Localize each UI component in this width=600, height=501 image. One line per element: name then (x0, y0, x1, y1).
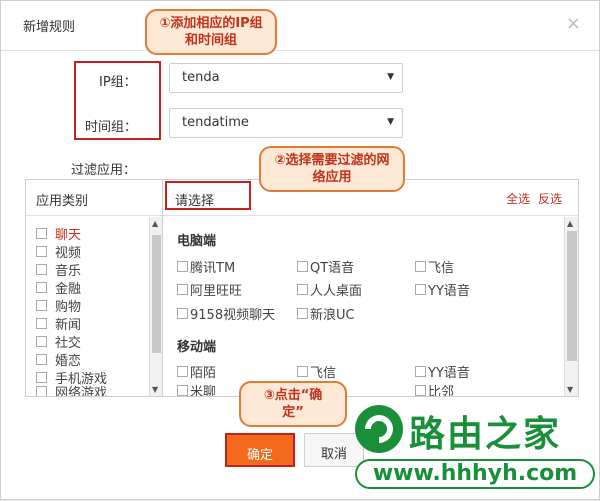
checkbox[interactable] (177, 284, 188, 295)
scroll-up-icon[interactable]: ▲ (152, 219, 158, 228)
chevron-down-icon: ▼ (387, 117, 394, 127)
app-option[interactable]: 新浪UC (297, 304, 355, 323)
watermark: 路由之家 www.hhhyh.com (351, 391, 600, 501)
apps-scrollbar[interactable]: ▲ ▼ (564, 217, 578, 396)
watermark-brand: 路由之家 (409, 414, 562, 455)
app-option[interactable]: 人人桌面 (297, 280, 362, 299)
select-all-link[interactable]: 全选 (506, 192, 530, 206)
app-option[interactable]: QT语音 (297, 257, 354, 276)
checkbox[interactable] (36, 335, 47, 347)
checkbox[interactable] (36, 263, 47, 275)
scroll-up-icon[interactable]: ▲ (567, 219, 573, 228)
ip-group-value: tenda (182, 70, 220, 85)
filter-apps-label: 过滤应用： (71, 163, 137, 178)
highlight-box-labels (74, 61, 161, 140)
time-group-value: tendatime (182, 115, 249, 130)
category-item[interactable]: 网络游戏 (36, 386, 107, 396)
app-option[interactable]: 阿里旺旺 (177, 280, 242, 299)
callout-step-2: ②选择需要过滤的网 络应用 (259, 146, 405, 192)
app-option[interactable]: 陌陌 (177, 362, 216, 381)
category-item[interactable]: 手机游戏 (36, 368, 107, 387)
checkbox[interactable] (177, 384, 188, 396)
category-item[interactable]: 新闻 (36, 314, 107, 333)
highlight-box-please-select (165, 181, 251, 210)
app-option[interactable]: YY语音 (415, 362, 470, 381)
checkbox[interactable] (36, 299, 47, 311)
scrollbar-thumb[interactable] (567, 231, 577, 361)
watermark-url: www.hhhyh.com (355, 459, 595, 489)
invert-selection-link[interactable]: 反选 (538, 192, 562, 206)
category-item[interactable]: 金融 (36, 278, 107, 297)
scrollbar-thumb[interactable] (152, 235, 161, 353)
checkbox[interactable] (36, 245, 47, 257)
checkbox[interactable] (177, 308, 188, 319)
category-panel-header: 应用类别 (26, 180, 162, 216)
app-option[interactable]: 腾讯TM (177, 257, 235, 276)
add-rule-dialog: 新增规则 × IP组： tenda ▼ 时间组： tendatime ▼ 过滤应… (0, 0, 600, 500)
close-icon[interactable]: × (566, 13, 581, 34)
checkbox[interactable] (36, 353, 47, 365)
app-option[interactable]: YY语音 (415, 280, 470, 299)
checkbox[interactable] (36, 371, 47, 383)
app-option[interactable]: 9158视频聊天 (177, 304, 275, 323)
category-item[interactable]: 视频 (36, 242, 107, 261)
ip-group-select[interactable]: tenda ▼ (169, 63, 403, 93)
router-logo-icon (355, 405, 403, 453)
app-option[interactable]: 米聊 (177, 384, 216, 396)
app-option[interactable]: 飞信 (415, 257, 454, 276)
checkbox[interactable] (297, 284, 308, 295)
category-panel: 应用类别 聊天 视频 音乐 金融 购物 新闻 社交 婚恋 手机游戏 网络游戏 ▲… (25, 179, 163, 397)
app-option[interactable]: 飞信 (297, 362, 336, 381)
checkbox[interactable] (36, 317, 47, 329)
category-item[interactable]: 音乐 (36, 260, 107, 279)
category-item[interactable]: 购物 (36, 296, 107, 315)
checkbox[interactable] (415, 261, 426, 272)
chevron-down-icon: ▼ (387, 72, 394, 82)
checkbox[interactable] (297, 308, 308, 319)
category-item[interactable]: 婚恋 (36, 350, 107, 369)
checkbox[interactable] (297, 366, 308, 377)
checkbox[interactable] (297, 261, 308, 272)
ok-button[interactable]: 确定 (225, 433, 295, 467)
checkbox[interactable] (415, 284, 426, 295)
category-item[interactable]: 聊天 (36, 224, 107, 243)
select-links: 全选 反选 (502, 190, 562, 207)
apps-panel: 请选择 全选 反选 电脑端 腾讯TM QT语音 飞信 阿里旺旺 人人桌面 YY语… (163, 179, 579, 397)
callout-step-3: ③点击“确 定” (239, 381, 347, 427)
checkbox[interactable] (36, 227, 47, 239)
checkbox[interactable] (36, 281, 47, 293)
dialog-title: 新增规则 (23, 20, 76, 35)
category-item[interactable]: 社交 (36, 332, 107, 351)
category-scrollbar[interactable]: ▲ ▼ (149, 217, 162, 396)
checkbox[interactable] (36, 386, 47, 396)
pc-section-title: 电脑端 (177, 234, 217, 249)
checkbox[interactable] (415, 366, 426, 377)
category-list: 聊天 视频 音乐 金融 购物 新闻 社交 婚恋 手机游戏 网络游戏 (36, 224, 107, 396)
time-group-select[interactable]: tendatime ▼ (169, 108, 403, 138)
callout-step-1: ①添加相应的IP组 和时间组 (145, 9, 277, 55)
checkbox[interactable] (177, 261, 188, 272)
checkbox[interactable] (177, 366, 188, 377)
dialog-header: 新增规则 × (1, 1, 599, 51)
mobile-section-title: 移动端 (177, 340, 217, 355)
scroll-down-icon[interactable]: ▼ (152, 385, 158, 394)
